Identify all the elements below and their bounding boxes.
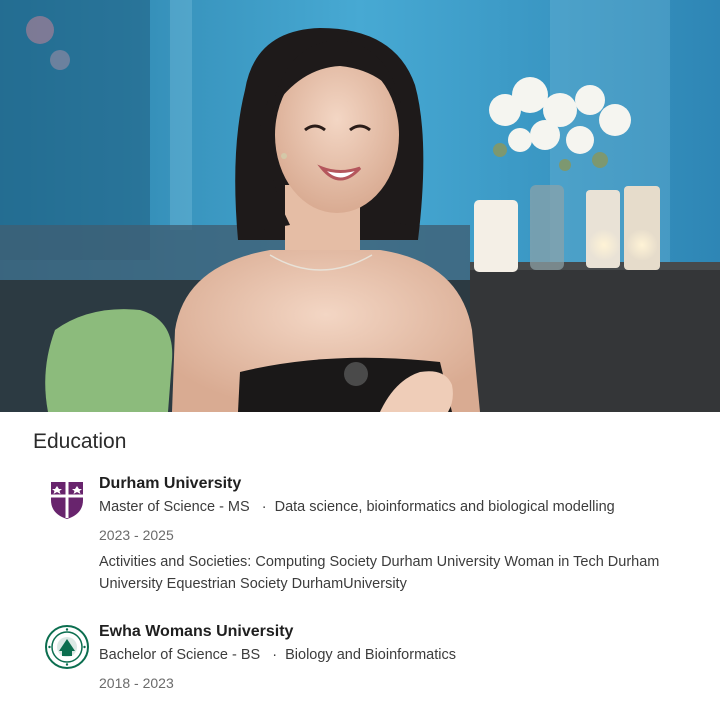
separator: · [261, 499, 267, 515]
degree: Bachelor of Science - BS [99, 647, 261, 663]
separator: · [272, 647, 278, 663]
school-name[interactable]: Durham University [99, 474, 700, 494]
degree: Master of Science - MS [99, 499, 250, 515]
profile-photo [0, 0, 720, 412]
degree-line: Master of Science - MS · Data science, b… [99, 497, 700, 517]
section-title: Education [33, 430, 127, 453]
school-name[interactable]: Ewha Womans University [99, 622, 700, 642]
field-of-study: Data science, bioinformatics and biologi… [274, 499, 615, 515]
activities-text: Activities and Societies: Computing Soci… [99, 554, 660, 592]
date-range: 2018 - 2023 [99, 675, 174, 691]
durham-crest-icon[interactable] [45, 478, 89, 522]
date-range: 2023 - 2025 [99, 527, 174, 543]
degree-line: Bachelor of Science - BS · Biology and B… [99, 645, 700, 665]
ewha-seal-icon[interactable] [45, 625, 89, 669]
education-section: Education Durham University Master of Sc… [0, 412, 720, 720]
field-of-study: Biology and Bioinformatics [285, 647, 456, 663]
